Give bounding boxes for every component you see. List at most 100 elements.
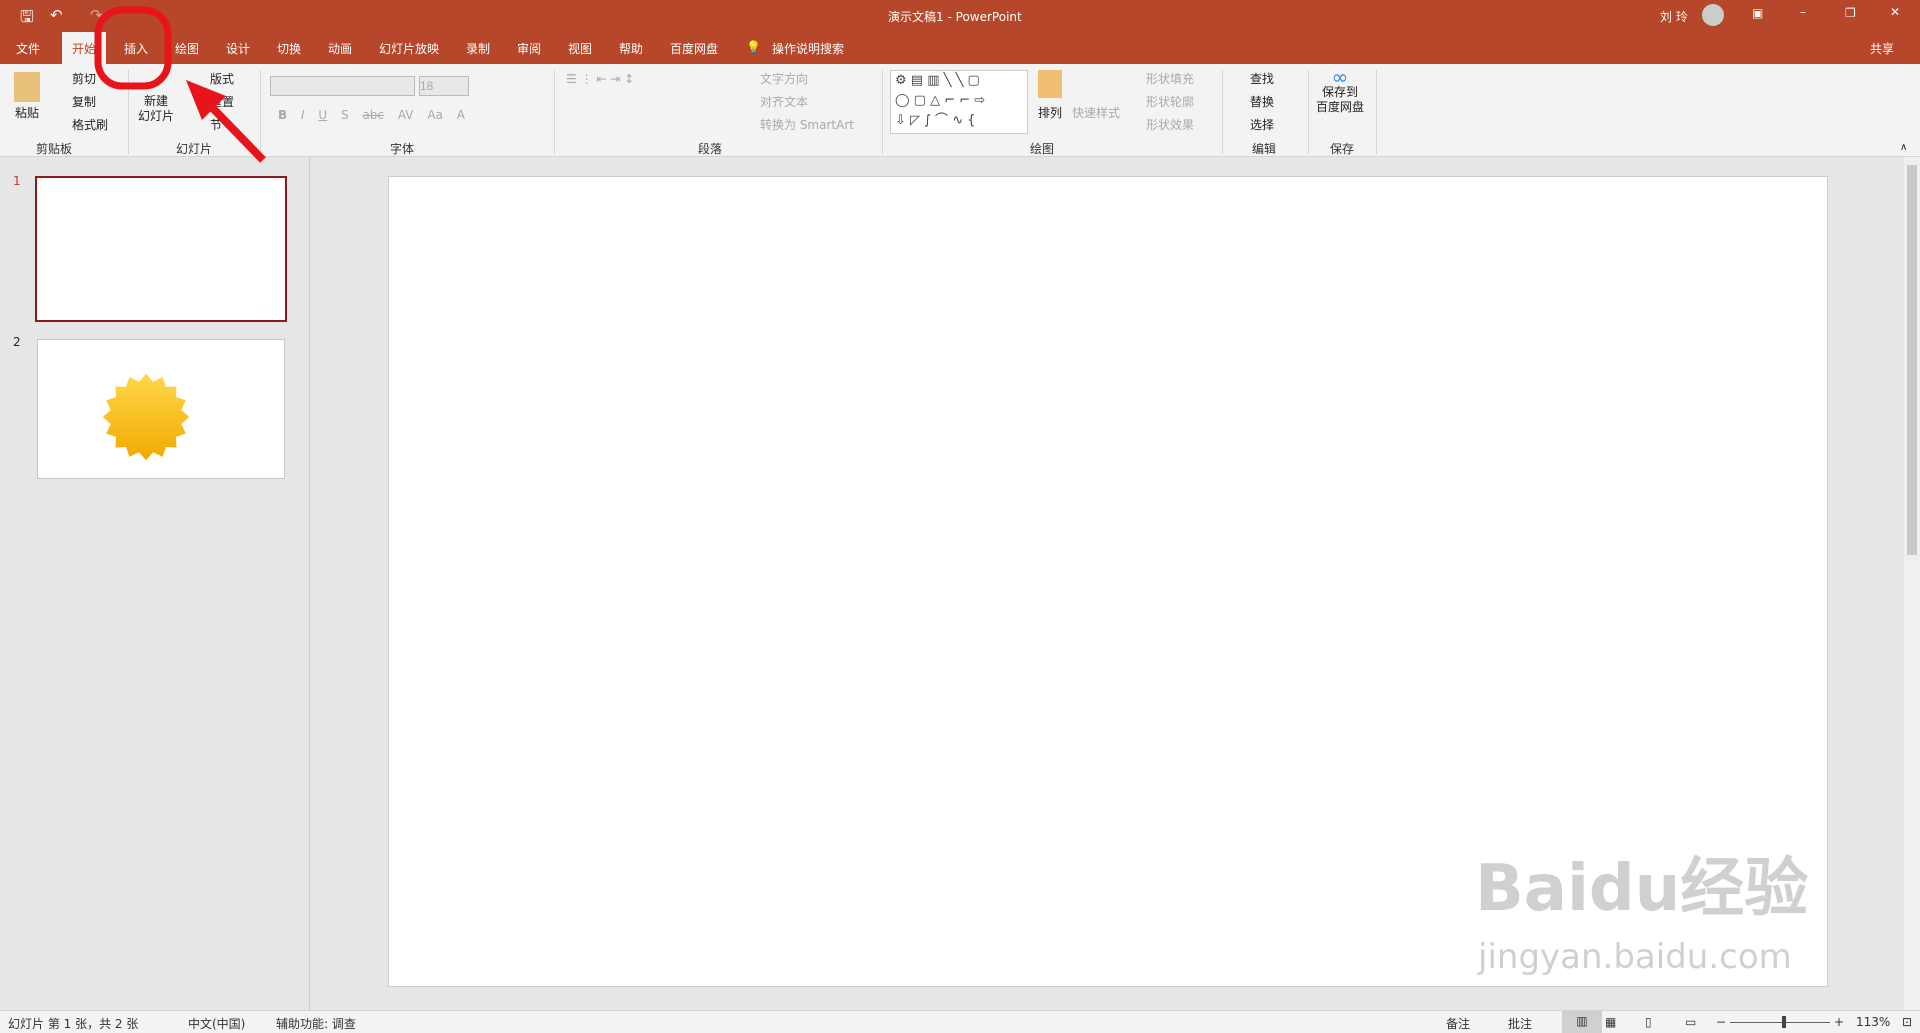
new-slide-label-2: 幻灯片 [138, 109, 175, 123]
zoom-out-button[interactable]: − [1716, 1015, 1726, 1029]
user-name[interactable]: 刘 玲 [1660, 8, 1688, 25]
undo-icon[interactable]: ↶ [50, 6, 63, 24]
ribbon: 粘贴 剪切 复制 格式刷 剪贴板 新建幻灯片 版式 重置 节 幻灯片 B I U… [0, 64, 1920, 157]
quick-styles-button[interactable]: 快速样式 [1072, 104, 1120, 121]
format-painter-button[interactable]: 格式刷 [72, 116, 108, 133]
slide-sorter-icon[interactable]: ▦ [1605, 1015, 1616, 1029]
font-color-button[interactable]: A [457, 108, 465, 122]
clipboard-icon [14, 72, 40, 102]
divider [128, 70, 129, 154]
tab-insert[interactable]: 插入 [124, 40, 148, 57]
font-name-input[interactable] [270, 76, 415, 96]
save-group-label: 保存 [1330, 142, 1355, 156]
select-button[interactable]: 选择 [1250, 116, 1274, 133]
text-direction-button[interactable]: 文字方向 [760, 70, 808, 87]
slide-info: 幻灯片 第 1 张，共 2 张 [8, 1017, 139, 1031]
collapse-ribbon-icon[interactable]: ∧ [1900, 142, 1907, 153]
scroll-thumb[interactable] [1907, 165, 1917, 555]
tab-baidu[interactable]: 百度网盘 [670, 40, 718, 57]
convert-smartart-button[interactable]: 转换为 SmartArt [760, 116, 854, 133]
replace-button[interactable]: 替换 [1250, 93, 1274, 110]
minimize-icon[interactable]: – [1800, 5, 1806, 19]
share-button[interactable]: 共享 [1870, 40, 1894, 57]
save-to-baidu-button[interactable]: ∞ 保存到 百度网盘 [1316, 65, 1364, 115]
arrange-label: 排列 [1038, 106, 1063, 120]
tab-review[interactable]: 审阅 [517, 40, 541, 57]
shape-effects-button[interactable]: 形状效果 [1146, 116, 1194, 133]
bold-button[interactable]: B [278, 108, 287, 122]
zoom-slider[interactable] [1730, 1016, 1830, 1028]
slideshow-icon[interactable]: ▭ [1685, 1015, 1696, 1029]
lightbulb-icon: 💡 [746, 40, 761, 54]
zoom-in-button[interactable]: + [1834, 1015, 1844, 1029]
layout-button[interactable]: 版式 [210, 70, 234, 87]
tell-me-search[interactable]: 操作说明搜索 [772, 40, 844, 57]
font-size-input[interactable] [419, 76, 469, 96]
align-text-button[interactable]: 对齐文本 [760, 93, 808, 110]
save-label-1: 保存到 [1322, 85, 1359, 99]
editing-group-label: 编辑 [1252, 142, 1277, 156]
paste-button[interactable]: 粘贴 [14, 72, 40, 121]
slide-editor: Baidu经验 jingyan.baidu.com [310, 157, 1904, 1010]
restore-icon[interactable]: ❐ [1845, 6, 1856, 20]
slide-thumbnail-2[interactable] [37, 339, 285, 479]
app-name: PowerPoint [955, 10, 1022, 24]
font-group-label: 字体 [390, 142, 415, 156]
tab-design[interactable]: 设计 [226, 40, 250, 57]
title-bar: 🖫 ↶ ↷ 演示文稿1 - PowerPoint 刘 玲 ▣ – ❐ ✕ [0, 0, 1920, 32]
divider [554, 70, 555, 154]
language[interactable]: 中文(中国) [188, 1015, 245, 1032]
redo-icon[interactable]: ↷ [90, 6, 103, 24]
strikethrough-button[interactable]: abc [362, 108, 384, 122]
notes-button[interactable]: 备注 [1446, 1015, 1470, 1032]
slide-thumbnail-1[interactable] [35, 176, 287, 322]
baidu-cloud-icon: ∞ [1331, 65, 1349, 89]
tab-help[interactable]: 帮助 [619, 40, 643, 57]
cut-button[interactable]: 剪切 [72, 70, 96, 87]
italic-button[interactable]: I [301, 108, 305, 122]
tab-record[interactable]: 录制 [466, 40, 490, 57]
tab-file[interactable]: 文件 [16, 40, 40, 57]
paragraph-buttons[interactable]: ☰ ⋮ ⇤ ⇥ ↕ [566, 72, 634, 86]
shapes-gallery[interactable]: ⚙ ▤ ▥ ╲ ╲ ▢ ◯ ▢ △ ⌐ ⌐ ⇨ ⇩ ◸ ∫ ⌒ ∿ { [890, 70, 1028, 134]
fit-slide-icon[interactable]: ⊡ [1902, 1015, 1912, 1029]
reset-button[interactable]: 重置 [210, 93, 234, 110]
ribbon-display-icon[interactable]: ▣ [1752, 6, 1763, 20]
zoom-slider-thumb[interactable] [1782, 1016, 1786, 1028]
shape-fill-button[interactable]: 形状填充 [1146, 70, 1194, 87]
divider [1376, 70, 1377, 154]
tab-home[interactable]: 开始 [62, 32, 107, 64]
char-spacing-button[interactable]: AV [398, 108, 414, 122]
status-bar: 幻灯片 第 1 张，共 2 张 中文(中国) 辅助功能: 调查 备注 批注 ▥ … [0, 1010, 1920, 1033]
zoom-level[interactable]: 113% [1856, 1015, 1890, 1029]
normal-view-icon[interactable]: ▥ [1562, 1011, 1602, 1033]
tab-view[interactable]: 视图 [568, 40, 592, 57]
avatar[interactable] [1702, 4, 1724, 26]
divider [882, 70, 883, 154]
tab-transitions[interactable]: 切换 [277, 40, 301, 57]
tab-animations[interactable]: 动画 [328, 40, 352, 57]
close-icon[interactable]: ✕ [1890, 5, 1900, 19]
tab-slideshow[interactable]: 幻灯片放映 [379, 40, 439, 57]
underline-button[interactable]: U [318, 108, 327, 122]
find-button[interactable]: 查找 [1250, 70, 1274, 87]
tab-draw[interactable]: 绘图 [175, 40, 199, 57]
change-case-button[interactable]: Aa [427, 108, 443, 122]
divider [1222, 70, 1223, 154]
section-button[interactable]: 节 [210, 116, 222, 133]
window-title: 演示文稿1 - PowerPoint [888, 8, 1022, 25]
paste-label: 粘贴 [14, 106, 39, 120]
arrange-button[interactable]: 排列 [1038, 70, 1062, 121]
shape-outline-button[interactable]: 形状轮廓 [1146, 93, 1194, 110]
copy-button[interactable]: 复制 [72, 93, 96, 110]
save-icon[interactable]: 🖫 [20, 6, 34, 33]
slide-thumbnail-panel: 1 2 [0, 157, 310, 1010]
accessibility-status[interactable]: 辅助功能: 调查 [276, 1015, 356, 1032]
font-format-buttons: B I U S abc AV Aa A [278, 108, 465, 122]
comments-button[interactable]: 批注 [1508, 1015, 1532, 1032]
vertical-scrollbar[interactable] [1904, 157, 1920, 1010]
sun-shape [102, 373, 190, 461]
reading-view-icon[interactable]: ▯ [1645, 1015, 1652, 1029]
shadow-button[interactable]: S [341, 108, 349, 122]
new-slide-button[interactable]: 新建 幻灯片 [138, 94, 174, 124]
